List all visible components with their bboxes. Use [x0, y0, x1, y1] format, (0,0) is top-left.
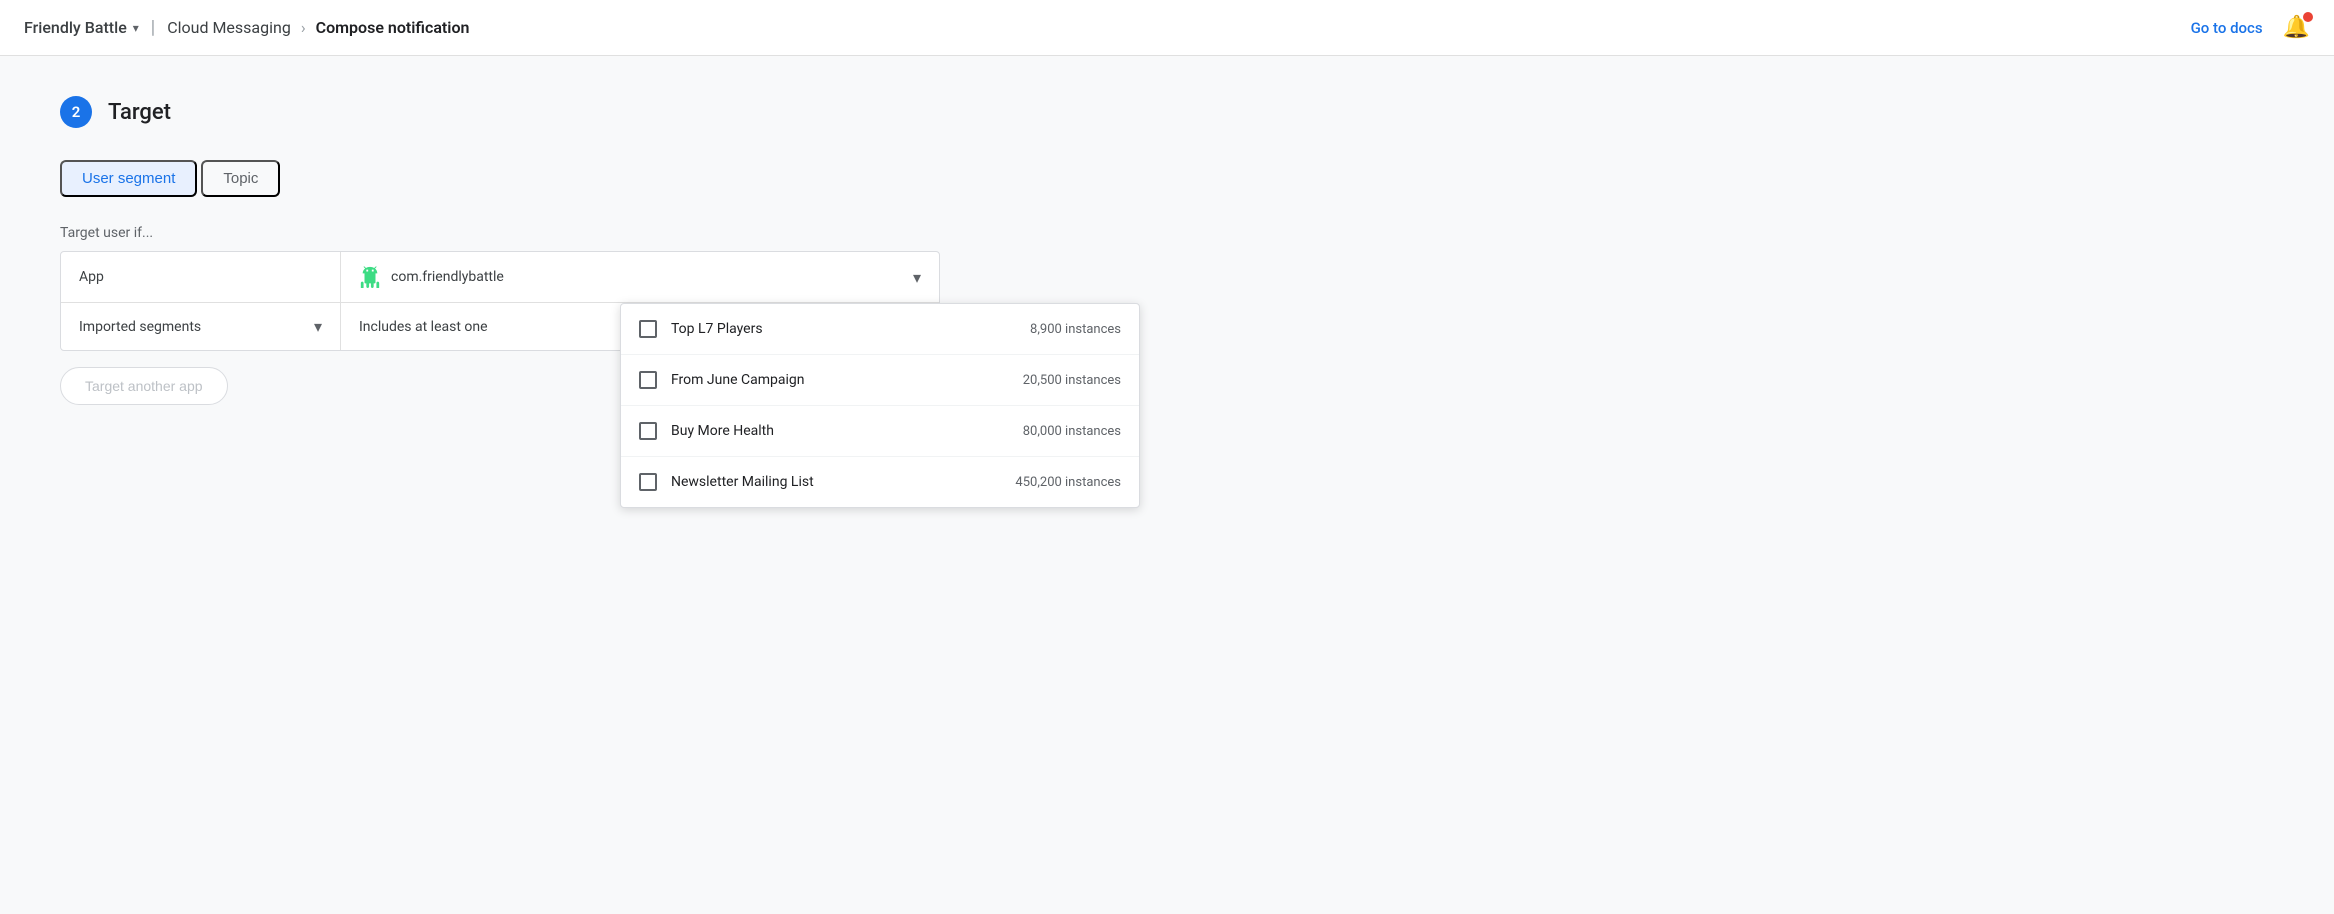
notification-badge: [2303, 12, 2313, 22]
dropdown-count-3: 450,200 instances: [1015, 475, 1121, 490]
app-name-label: Friendly Battle: [24, 18, 127, 37]
includes-label: Includes at least one: [359, 319, 488, 335]
target-user-label: Target user if...: [60, 225, 940, 241]
dropdown-item-left-2: Buy More Health: [639, 422, 774, 440]
dropdown-count-2: 80,000 instances: [1023, 424, 1121, 439]
tab-user-segment[interactable]: User segment: [60, 160, 197, 197]
imported-segments-arrow[interactable]: ▾: [314, 317, 322, 336]
nav-right: Go to docs 🔔: [2191, 15, 2310, 40]
android-icon: [359, 266, 381, 288]
breadcrumb-arrow: ›: [301, 18, 306, 37]
segment-dropdown-list: Top L7 Players 8,900 instances From June…: [620, 303, 1140, 508]
dropdown-item-left-1: From June Campaign: [639, 371, 804, 389]
tab-topic[interactable]: Topic: [201, 160, 280, 197]
notifications-wrapper: 🔔: [2283, 15, 2310, 40]
checkbox-newsletter[interactable]: [639, 473, 657, 491]
dropdown-item-2[interactable]: Buy More Health 80,000 instances: [621, 406, 1139, 457]
dropdown-item-3[interactable]: Newsletter Mailing List 450,200 instance…: [621, 457, 1139, 507]
dropdown-count-1: 20,500 instances: [1023, 373, 1121, 388]
app-row: App com.friendlybattle ▾: [61, 252, 939, 303]
step-circle: 2: [60, 96, 92, 128]
app-value-left: com.friendlybattle: [359, 266, 504, 288]
app-value-text: com.friendlybattle: [391, 269, 504, 285]
dropdown-item-left-3: Newsletter Mailing List: [639, 473, 814, 491]
nav-separator: |: [151, 17, 155, 38]
go-to-docs-link[interactable]: Go to docs: [2191, 19, 2263, 37]
dropdown-label-0: Top L7 Players: [671, 321, 763, 337]
app-cell-label: App: [61, 252, 341, 302]
section-title: Target: [108, 100, 171, 125]
dropdown-item-left-0: Top L7 Players: [639, 320, 763, 338]
dropdown-label-3: Newsletter Mailing List: [671, 474, 814, 490]
current-page-label: Compose notification: [316, 18, 470, 37]
top-nav: Friendly Battle ▾ | Cloud Messaging › Co…: [0, 0, 2334, 56]
checkbox-from-june[interactable]: [639, 371, 657, 389]
dropdown-item-1[interactable]: From June Campaign 20,500 instances: [621, 355, 1139, 406]
app-cell-value[interactable]: com.friendlybattle ▾: [341, 252, 939, 302]
app-name-dropdown[interactable]: Friendly Battle ▾: [24, 18, 139, 37]
dropdown-count-0: 8,900 instances: [1030, 322, 1121, 337]
section-header: 2 Target: [60, 96, 940, 128]
checkbox-buy-more[interactable]: [639, 422, 657, 440]
imported-segments-label: Imported segments: [79, 319, 201, 335]
chevron-down-icon: ▾: [133, 21, 139, 35]
imported-segments-cell[interactable]: Imported segments ▾: [61, 303, 341, 350]
dropdown-label-1: From June Campaign: [671, 372, 804, 388]
cloud-messaging-link[interactable]: Cloud Messaging: [167, 18, 291, 37]
tabs-container: User segment Topic: [60, 160, 940, 197]
dropdown-label-2: Buy More Health: [671, 423, 774, 439]
nav-left: Friendly Battle ▾ | Cloud Messaging › Co…: [24, 17, 469, 38]
condition-table-wrapper: App com.friendlybattle ▾ Imported: [60, 251, 940, 351]
app-dropdown-arrow[interactable]: ▾: [913, 268, 921, 287]
checkbox-top-l7[interactable]: [639, 320, 657, 338]
dropdown-item-0[interactable]: Top L7 Players 8,900 instances: [621, 304, 1139, 355]
main-content: 2 Target User segment Topic Target user …: [0, 56, 1000, 445]
target-another-app-button[interactable]: Target another app: [60, 367, 228, 405]
